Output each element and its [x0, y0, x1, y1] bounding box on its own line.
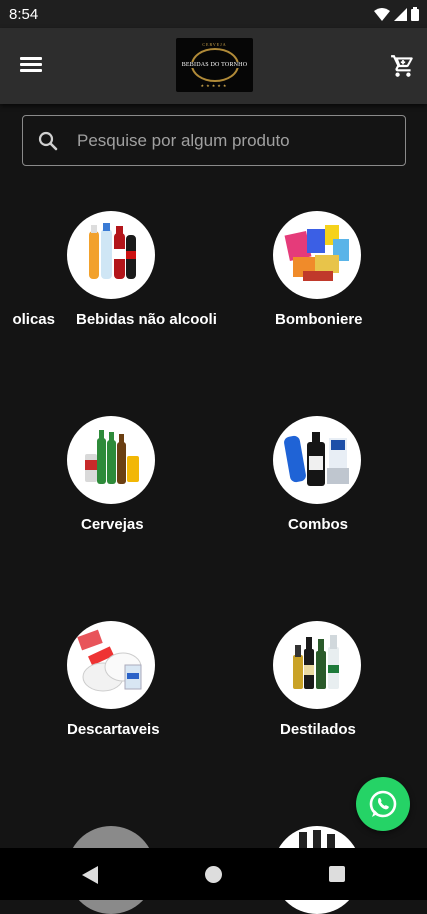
category-label-bebidas-nao-alcoolicas[interactable]: Bebidas não alcooli	[76, 311, 217, 328]
logo-emblem: BEBIDAS DO TORNHO	[180, 48, 249, 82]
store-logo[interactable]: CERVEJA BEBIDAS DO TORNHO ★★★★★	[176, 38, 253, 92]
app-bar: CERVEJA BEBIDAS DO TORNHO ★★★★★	[0, 28, 427, 104]
category-label-combos[interactable]: Combos	[288, 516, 348, 533]
category-image-bebidas-nao-alcoolicas[interactable]	[67, 211, 155, 299]
beer-image	[85, 430, 139, 484]
whatsapp-button[interactable]	[356, 777, 410, 831]
status-time: 8:54	[9, 5, 39, 23]
category-label-destilados[interactable]: Destilados	[280, 721, 356, 738]
category-label-alcoolicas[interactable]: olicas	[0, 311, 55, 328]
logo-name: BEBIDAS DO TORNHO	[180, 62, 249, 68]
soft-drinks-image	[89, 223, 136, 279]
status-bar: 8:54	[0, 0, 427, 28]
candy-image	[284, 225, 349, 281]
battery-icon	[411, 7, 419, 21]
category-image-bomboniere[interactable]	[273, 211, 361, 299]
category-label-bomboniere[interactable]: Bomboniere	[275, 311, 363, 328]
category-image-combos[interactable]	[273, 416, 361, 504]
search-bar[interactable]	[22, 115, 406, 166]
category-label-descartaveis[interactable]: Descartaveis	[67, 721, 160, 738]
combo-image	[284, 432, 349, 486]
category-image-cervejas[interactable]	[67, 416, 155, 504]
spirits-image	[293, 635, 339, 689]
disposables-image	[77, 629, 142, 692]
category-image-descartaveis[interactable]	[67, 621, 155, 709]
logo-top-text: CERVEJA	[202, 42, 227, 47]
wifi-icon	[374, 7, 390, 21]
menu-icon[interactable]	[18, 54, 44, 76]
back-icon[interactable]	[82, 866, 98, 884]
cart-icon[interactable]	[389, 53, 417, 79]
search-input[interactable]	[75, 129, 405, 152]
navigation-bar	[0, 848, 427, 900]
category-label-cervejas[interactable]: Cervejas	[81, 516, 144, 533]
whatsapp-icon	[369, 790, 397, 818]
category-image-destilados[interactable]	[273, 621, 361, 709]
search-icon	[38, 131, 58, 150]
signal-icon	[394, 7, 407, 21]
status-icons	[374, 7, 419, 21]
recent-apps-icon[interactable]	[329, 866, 345, 882]
home-icon[interactable]	[205, 866, 222, 883]
logo-stars: ★★★★★	[200, 83, 229, 88]
